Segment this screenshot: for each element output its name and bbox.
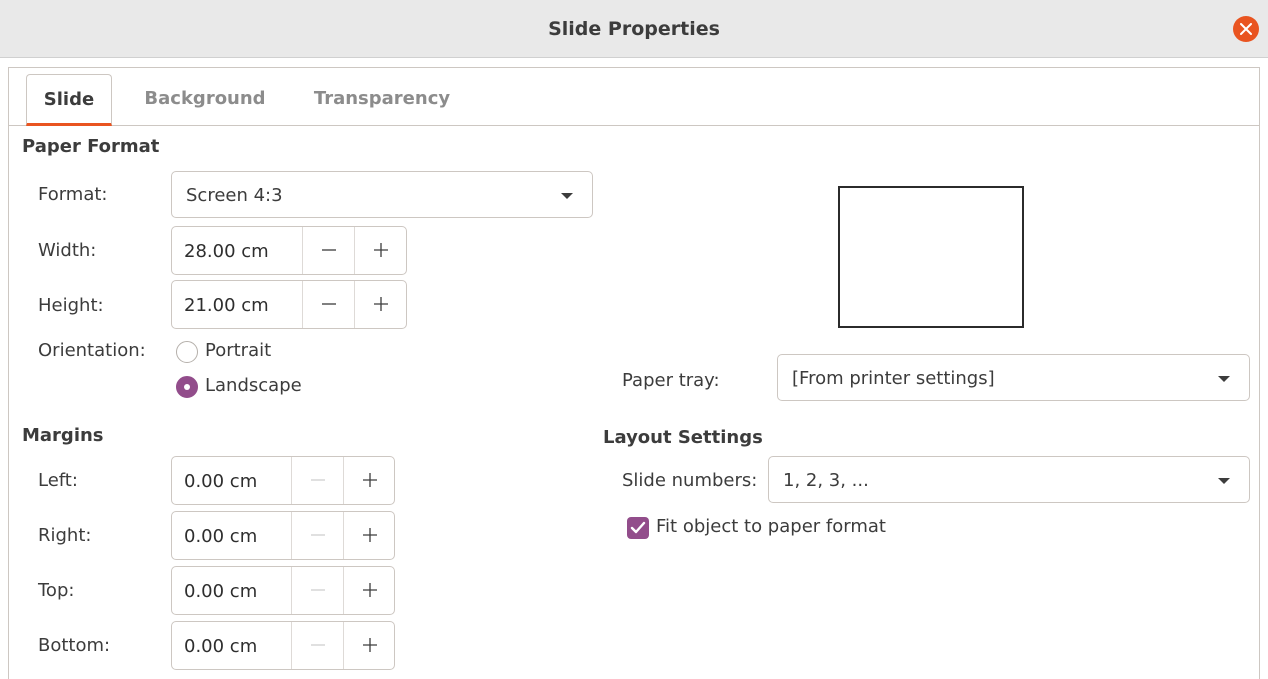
top-margin-label: Top: bbox=[38, 580, 75, 601]
top-margin-spinbox[interactable]: 0.00 cm bbox=[171, 566, 395, 615]
width-increment-button[interactable] bbox=[354, 227, 406, 274]
paper-tray-label: Paper tray: bbox=[622, 370, 720, 391]
top-margin-decrement-button[interactable] bbox=[291, 567, 343, 614]
right-margin-label: Right: bbox=[38, 525, 92, 546]
left-margin-label: Left: bbox=[38, 470, 78, 491]
close-button[interactable] bbox=[1233, 16, 1259, 42]
height-value: 21.00 cm bbox=[184, 295, 269, 316]
minus-icon bbox=[322, 303, 336, 305]
window-title: Slide Properties bbox=[548, 18, 720, 40]
tab-bar: Slide Background Transparency bbox=[9, 68, 1259, 126]
plus-icon bbox=[374, 297, 388, 311]
title-bar: Slide Properties bbox=[0, 0, 1268, 58]
width-label: Width: bbox=[38, 240, 97, 261]
height-increment-button[interactable] bbox=[354, 281, 406, 328]
width-spinbox[interactable]: 28.00 cm bbox=[171, 226, 407, 275]
right-margin-value: 0.00 cm bbox=[184, 526, 258, 547]
bottom-margin-label: Bottom: bbox=[38, 635, 111, 656]
left-margin-value: 0.00 cm bbox=[184, 471, 258, 492]
portrait-radio[interactable] bbox=[176, 341, 198, 363]
landscape-label[interactable]: Landscape bbox=[205, 375, 302, 396]
minus-icon bbox=[311, 479, 325, 481]
right-margin-spinbox[interactable]: 0.00 cm bbox=[171, 511, 395, 560]
plus-icon bbox=[374, 243, 388, 257]
paper-tray-dropdown[interactable]: [From printer settings] bbox=[777, 354, 1250, 401]
bottom-margin-spinbox[interactable]: 0.00 cm bbox=[171, 621, 395, 670]
height-decrement-button[interactable] bbox=[302, 281, 354, 328]
bottom-margin-decrement-button[interactable] bbox=[291, 622, 343, 669]
width-value: 28.00 cm bbox=[184, 241, 269, 262]
plus-icon bbox=[363, 583, 377, 597]
chevron-down-icon bbox=[561, 193, 573, 199]
slide-numbers-dropdown[interactable]: 1, 2, 3, ... bbox=[768, 456, 1250, 503]
chevron-down-icon bbox=[1218, 478, 1230, 484]
paper-format-heading: Paper Format bbox=[22, 136, 160, 157]
slide-numbers-label: Slide numbers: bbox=[622, 470, 758, 491]
minus-icon bbox=[311, 644, 325, 646]
slide-numbers-value: 1, 2, 3, ... bbox=[783, 470, 869, 491]
fit-object-label[interactable]: Fit object to paper format bbox=[656, 516, 886, 537]
format-dropdown[interactable]: Screen 4:3 bbox=[171, 171, 593, 218]
tab-transparency[interactable]: Transparency bbox=[307, 74, 457, 126]
plus-icon bbox=[363, 528, 377, 542]
landscape-radio[interactable] bbox=[176, 376, 198, 398]
left-margin-spinbox[interactable]: 0.00 cm bbox=[171, 456, 395, 505]
height-spinbox[interactable]: 21.00 cm bbox=[171, 280, 407, 329]
bottom-margin-increment-button[interactable] bbox=[343, 622, 395, 669]
bottom-margin-value: 0.00 cm bbox=[184, 636, 258, 657]
plus-icon bbox=[363, 473, 377, 487]
minus-icon bbox=[322, 249, 336, 251]
plus-icon bbox=[363, 638, 377, 652]
page-preview bbox=[838, 186, 1024, 328]
height-label: Height: bbox=[38, 295, 104, 316]
left-margin-decrement-button[interactable] bbox=[291, 457, 343, 504]
margins-heading: Margins bbox=[22, 425, 104, 446]
fit-object-checkbox[interactable] bbox=[627, 517, 649, 539]
top-margin-value: 0.00 cm bbox=[184, 581, 258, 602]
right-margin-decrement-button[interactable] bbox=[291, 512, 343, 559]
right-margin-increment-button[interactable] bbox=[343, 512, 395, 559]
paper-tray-value: [From printer settings] bbox=[792, 368, 995, 389]
tab-slide[interactable]: Slide bbox=[26, 74, 112, 126]
minus-icon bbox=[311, 534, 325, 536]
top-margin-increment-button[interactable] bbox=[343, 567, 395, 614]
tab-background[interactable]: Background bbox=[135, 74, 275, 126]
orientation-label: Orientation: bbox=[38, 340, 146, 361]
checkmark-icon bbox=[630, 521, 646, 534]
format-value: Screen 4:3 bbox=[186, 185, 283, 206]
width-decrement-button[interactable] bbox=[302, 227, 354, 274]
chevron-down-icon bbox=[1218, 376, 1230, 382]
portrait-label[interactable]: Portrait bbox=[205, 340, 271, 361]
close-icon bbox=[1240, 23, 1252, 35]
format-label: Format: bbox=[38, 184, 108, 205]
left-margin-increment-button[interactable] bbox=[343, 457, 395, 504]
layout-settings-heading: Layout Settings bbox=[603, 427, 763, 448]
minus-icon bbox=[311, 589, 325, 591]
